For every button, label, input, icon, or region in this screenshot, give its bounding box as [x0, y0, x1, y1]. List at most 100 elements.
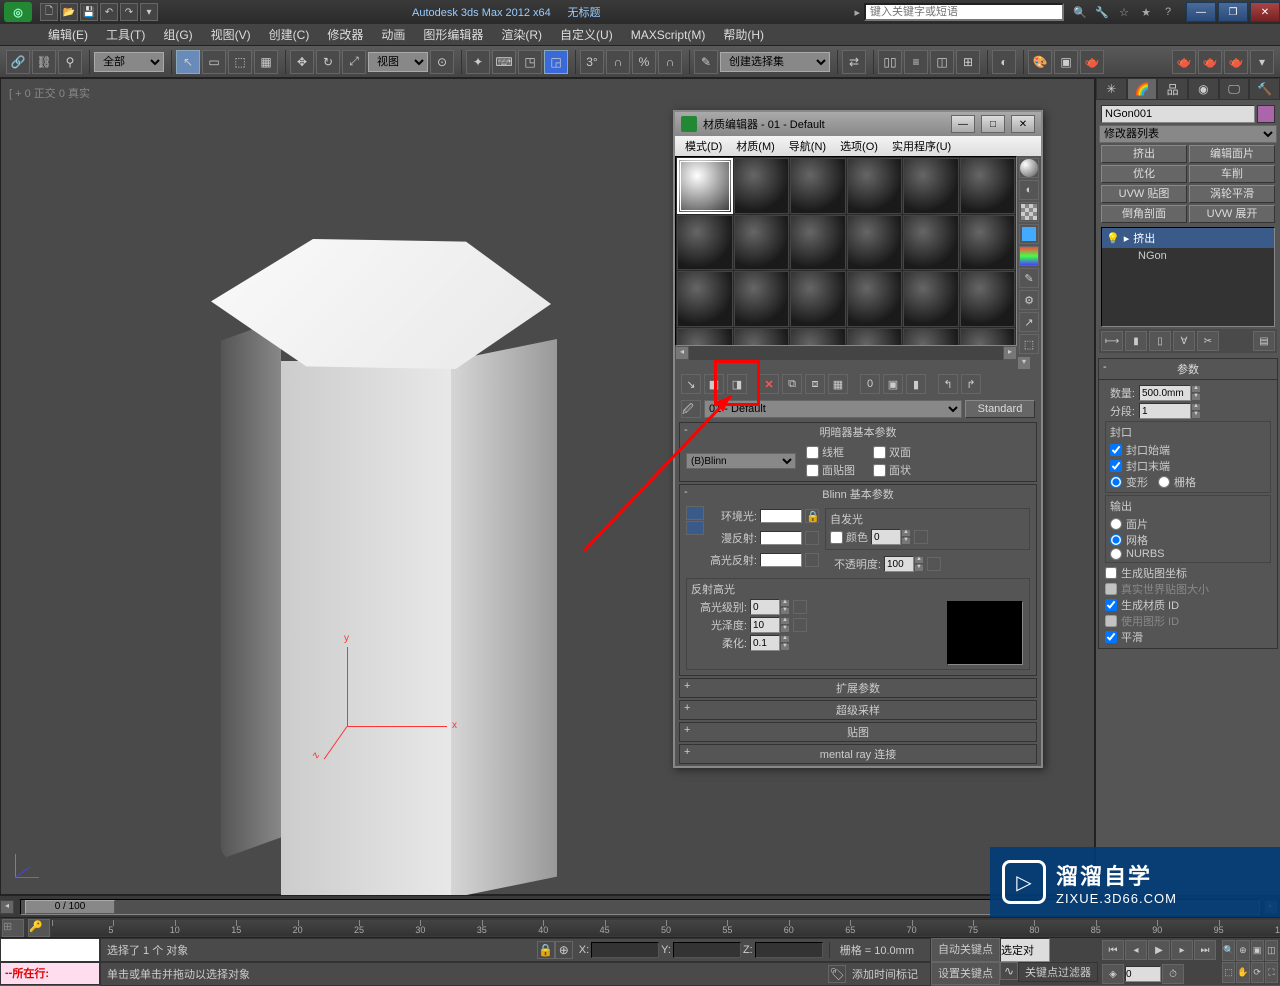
faceted-checkbox[interactable]: 面状 — [873, 462, 911, 478]
soften-spinner[interactable]: ▲▼ — [750, 635, 790, 651]
rollout-supersample[interactable]: 超级采样 — [680, 701, 1036, 719]
configure-icon[interactable]: ✂ — [1197, 331, 1219, 351]
tab-hierarchy-icon[interactable]: 品 — [1157, 78, 1188, 100]
pick-material-icon[interactable]: 🖉 — [681, 400, 701, 418]
go-forward-icon[interactable]: ↱ — [961, 374, 981, 394]
material-type-button[interactable]: Standard — [965, 400, 1035, 418]
render-active-icon[interactable]: 🫖 — [1224, 50, 1248, 74]
max-viewport-icon[interactable]: ⛶ — [1265, 962, 1278, 983]
gen-matid-checkbox[interactable]: 生成材质 ID — [1105, 597, 1271, 613]
render-setup-icon[interactable]: 🎨 — [1028, 50, 1052, 74]
menu-help[interactable]: 帮助(H) — [715, 24, 772, 45]
trackbar-keys-icon[interactable]: 🔑 — [28, 919, 50, 937]
wire-checkbox[interactable]: 线框 — [806, 444, 855, 460]
set-key-button[interactable]: 设置关键点 — [931, 962, 1000, 986]
auto-key-button[interactable]: 自动关键点 — [931, 938, 1000, 962]
remove-mod-icon[interactable]: ∀ — [1173, 331, 1195, 351]
show-end-result-icon[interactable]: ▮ — [906, 374, 926, 394]
qat-undo-icon[interactable]: ↶ — [100, 3, 118, 21]
twosided-checkbox[interactable]: 双面 — [873, 444, 911, 460]
key-mode-icon[interactable]: ∿ — [1000, 962, 1018, 980]
video-check-icon[interactable] — [1019, 246, 1039, 266]
sample-slot[interactable] — [734, 215, 790, 271]
gloss-spinner[interactable]: ▲▼ — [750, 617, 790, 633]
sample-slot[interactable] — [677, 271, 733, 327]
render-iter-icon[interactable]: 🫖 — [1198, 50, 1222, 74]
snap3d-icon[interactable]: ◲ — [544, 50, 568, 74]
diffuse-map-button[interactable] — [805, 531, 819, 545]
menu-render[interactable]: 渲染(R) — [493, 24, 550, 45]
maximize-button[interactable]: ❐ — [1218, 2, 1248, 22]
ambient-lock-icon[interactable]: 🔒 — [805, 509, 819, 523]
app-logo[interactable]: ◎ — [4, 2, 32, 22]
amount-spinner[interactable]: ▲▼ — [1139, 385, 1201, 401]
stack-item-extrude[interactable]: 💡▸挤出 — [1102, 228, 1274, 248]
matmap-nav-icon[interactable]: ⬚ — [1019, 334, 1039, 354]
put-to-scene-icon[interactable]: ◧ — [704, 374, 724, 394]
render-last-icon[interactable]: ▾ — [1250, 50, 1274, 74]
sample-type-icon[interactable] — [1019, 158, 1039, 178]
show-end-icon[interactable]: ▮ — [1125, 331, 1147, 351]
make-unique-icon[interactable]: ⧈ — [805, 374, 825, 394]
help-icon[interactable]: ? — [1160, 4, 1176, 20]
sets-icon[interactable]: ▤ — [1253, 331, 1275, 351]
qat-redo-icon[interactable]: ↷ — [120, 3, 138, 21]
play-icon[interactable]: ▶ — [1148, 940, 1170, 960]
snap-percent-icon[interactable]: ∩ — [606, 50, 630, 74]
rotate-icon[interactable]: ↻ — [316, 50, 340, 74]
material-editor-titlebar[interactable]: 材质编辑器 - 01 - Default — □ ✕ — [675, 112, 1041, 136]
lock-ambient-diffuse-icon[interactable] — [686, 506, 704, 520]
add-time-tag[interactable]: 添加时间标记 — [846, 966, 924, 982]
modifier-stack[interactable]: 💡▸挤出 NGon — [1101, 227, 1275, 327]
script-listener[interactable] — [0, 938, 100, 962]
goto-start-icon[interactable]: ⏮ — [1102, 940, 1124, 960]
key-filters-button[interactable]: 关键点过滤器 — [1018, 962, 1098, 982]
mat-minimize-button[interactable]: — — [951, 115, 975, 133]
mat-maximize-button[interactable]: □ — [981, 115, 1005, 133]
next-frame-icon[interactable]: ▸ — [1171, 940, 1193, 960]
mod-btn-extrude[interactable]: 挤出 — [1101, 145, 1187, 163]
sample-slot[interactable] — [847, 215, 903, 271]
diffuse-swatch[interactable] — [760, 531, 802, 545]
keyboard-icon[interactable]: ⌨ — [492, 50, 516, 74]
sample-slot[interactable] — [847, 328, 903, 347]
sample-slot[interactable] — [903, 215, 959, 271]
mat-menu-options[interactable]: 选项(O) — [834, 137, 884, 155]
menu-group[interactable]: 组(G) — [155, 24, 200, 45]
gloss-map-button[interactable] — [793, 618, 807, 632]
pin-stack-icon[interactable]: ⟼ — [1101, 331, 1123, 351]
sample-slot[interactable] — [734, 271, 790, 327]
put-to-lib-icon[interactable]: ▦ — [828, 374, 848, 394]
material-editor-icon[interactable]: ◐ — [992, 50, 1016, 74]
mod-btn-uvwunwrap[interactable]: UVW 展开 — [1189, 205, 1275, 223]
align-icon[interactable]: ▯▯ — [878, 50, 902, 74]
smooth-checkbox[interactable]: 平滑 — [1105, 629, 1271, 645]
mod-btn-uvw[interactable]: UVW 贴图 — [1101, 185, 1187, 203]
unlink-icon[interactable]: ⛓ — [32, 50, 56, 74]
sample-slot[interactable] — [960, 271, 1016, 327]
current-frame-field[interactable] — [1125, 966, 1161, 982]
close-button[interactable]: ✕ — [1250, 2, 1280, 22]
segments-spinner[interactable]: ▲▼ — [1139, 403, 1201, 419]
assign-to-selection-icon[interactable]: ◨ — [727, 374, 747, 394]
sample-slot[interactable] — [790, 271, 846, 327]
cap-start-checkbox[interactable]: 封口始端 — [1110, 442, 1266, 458]
scale-icon[interactable]: ⤢ — [342, 50, 366, 74]
tab-create-icon[interactable]: ✳ — [1096, 78, 1127, 100]
sample-slot[interactable] — [960, 215, 1016, 271]
make-preview-icon[interactable]: ✎ — [1019, 268, 1039, 288]
sample-slot[interactable] — [847, 271, 903, 327]
coord-x[interactable] — [591, 942, 659, 958]
rollout-params-header[interactable]: 参数 — [1099, 359, 1277, 380]
time-tag-icon[interactable]: 🏷 — [828, 965, 846, 983]
tab-utilities-icon[interactable]: 🔨 — [1249, 78, 1280, 100]
mirror-icon[interactable]: ⇄ — [842, 50, 866, 74]
sample-slot[interactable] — [847, 158, 903, 214]
zoom-extents-icon[interactable]: ▣ — [1251, 940, 1264, 961]
specular-swatch[interactable] — [760, 553, 802, 567]
sample-slot[interactable] — [734, 158, 790, 214]
select-rect-icon[interactable]: ⬚ — [228, 50, 252, 74]
coord-y[interactable] — [673, 942, 741, 958]
mod-btn-editface[interactable]: 编辑面片 — [1189, 145, 1275, 163]
selfillum-spinner[interactable]: ▲▼ — [871, 529, 911, 545]
